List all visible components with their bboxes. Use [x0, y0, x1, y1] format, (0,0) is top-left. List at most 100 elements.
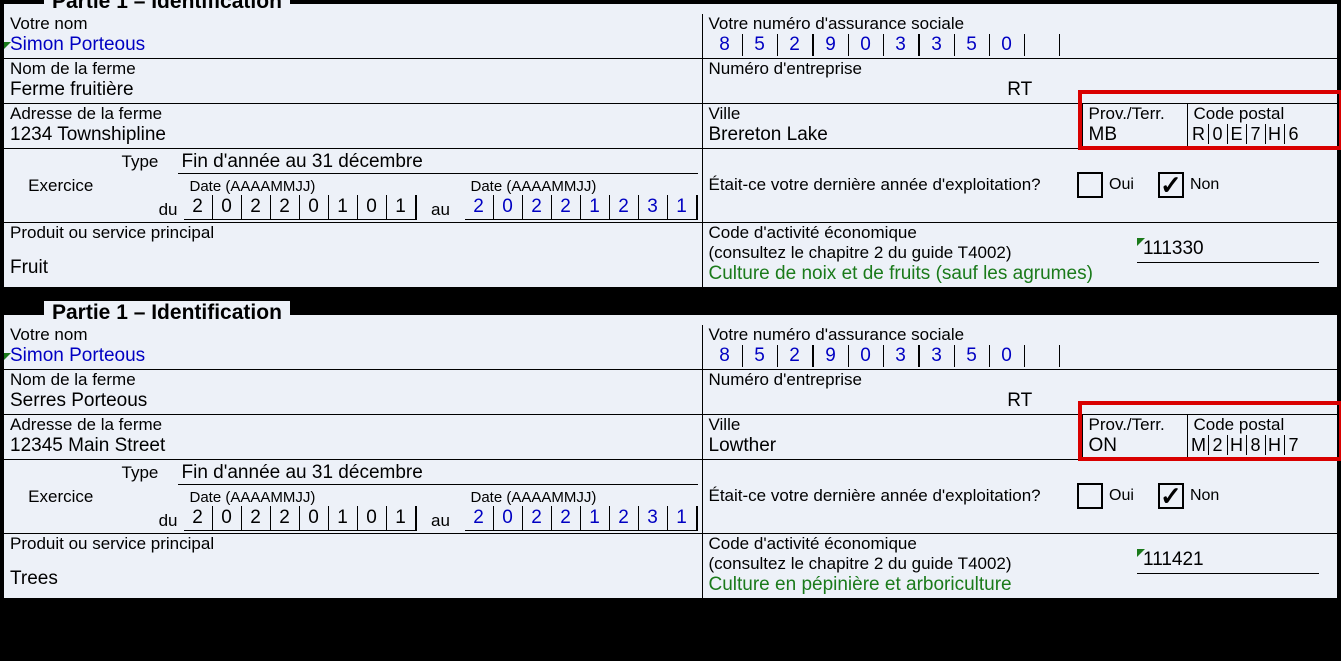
sin-digit[interactable]: 0 — [989, 345, 1025, 367]
checkbox-non[interactable]: ✓Non — [1158, 172, 1219, 198]
date-digit[interactable]: 1 — [387, 506, 417, 531]
field-farm-name[interactable]: Serres Porteous — [4, 390, 702, 414]
label-guide: (consultez le chapitre 2 du guide T4002) — [709, 243, 1132, 263]
sin-digit[interactable]: 0 — [989, 34, 1025, 56]
label-farm-address: Adresse de la ferme — [4, 415, 702, 435]
identification-form-0: Partie 1 – Identification Votre nom Simo… — [2, 2, 1339, 289]
postal-char[interactable]: 8 — [1247, 435, 1266, 455]
sin-digit[interactable]: 9 — [813, 345, 849, 367]
sin-digit[interactable]: 5 — [954, 34, 990, 56]
date-digit[interactable]: 1 — [581, 506, 610, 531]
postal-char[interactable]: H — [1266, 435, 1285, 455]
field-name[interactable]: Simon Porteous — [4, 34, 702, 58]
date-digit[interactable]: 1 — [668, 506, 698, 531]
field-product[interactable]: Fruit — [4, 243, 702, 281]
postal-char[interactable]: M — [1190, 435, 1209, 455]
postal-char[interactable]: 0 — [1209, 124, 1228, 144]
field-fiscal-type[interactable]: Fin d'année au 31 décembre — [178, 151, 698, 174]
postal-char[interactable]: H — [1228, 435, 1247, 455]
field-name[interactable]: Simon Porteous — [4, 345, 702, 369]
field-product[interactable]: Trees — [4, 554, 702, 592]
field-postal: R0E7H6 — [1188, 124, 1338, 146]
field-farm-address[interactable]: 12345 Main Street — [4, 435, 702, 459]
date-digit[interactable]: 1 — [329, 506, 358, 531]
sin-digit[interactable]: 9 — [813, 34, 849, 56]
field-activity-code[interactable]: 111421 — [1137, 549, 1319, 574]
date-digit[interactable]: 0 — [213, 506, 242, 531]
label-product: Produit ou service principal — [4, 534, 702, 554]
sin-digit-empty[interactable] — [1024, 345, 1060, 367]
date-digit[interactable]: 0 — [213, 195, 242, 220]
date-digit[interactable]: 0 — [300, 506, 329, 531]
date-digit[interactable]: 0 — [300, 195, 329, 220]
label-fiscal: Exercice — [4, 149, 118, 222]
sin-digit[interactable]: 3 — [919, 34, 955, 56]
field-city[interactable]: Lowther — [703, 435, 1082, 459]
date-digit[interactable]: 1 — [387, 195, 417, 220]
date-digit[interactable]: 1 — [581, 195, 610, 220]
sin-digit[interactable]: 2 — [777, 34, 814, 56]
postal-char[interactable]: 6 — [1285, 124, 1303, 144]
sin-digit[interactable]: 8 — [708, 34, 743, 56]
postal-char[interactable]: R — [1190, 124, 1209, 144]
date-digit[interactable]: 2 — [242, 506, 271, 531]
date-digit[interactable]: 2 — [184, 195, 213, 220]
checkbox-oui[interactable]: Oui — [1077, 172, 1134, 198]
date-digit[interactable]: 3 — [639, 195, 668, 220]
date-digit[interactable]: 0 — [358, 506, 387, 531]
postal-char[interactable]: H — [1266, 124, 1285, 144]
date-digit[interactable]: 2 — [523, 506, 552, 531]
postal-char[interactable]: 2 — [1209, 435, 1228, 455]
field-prov[interactable]: MB — [1083, 124, 1187, 148]
checkbox-oui[interactable]: Oui — [1077, 483, 1134, 509]
sin-digit[interactable]: 2 — [777, 345, 814, 367]
date-digit[interactable]: 0 — [358, 195, 387, 220]
date-digit[interactable]: 0 — [494, 506, 523, 531]
label-date-from-fmt: Date (AAAAMMJJ) — [184, 489, 417, 506]
field-prov[interactable]: ON — [1083, 435, 1187, 459]
postal-char[interactable]: 7 — [1247, 124, 1266, 144]
sin-digit[interactable]: 3 — [883, 34, 920, 56]
date-digit[interactable]: 2 — [184, 506, 213, 531]
date-digit[interactable]: 0 — [494, 195, 523, 220]
field-business-number[interactable]: RT — [703, 390, 1338, 414]
field-farm-address[interactable]: 1234 Townshipline — [4, 124, 702, 148]
postal-char[interactable]: 7 — [1285, 435, 1303, 455]
postal-char[interactable]: E — [1228, 124, 1247, 144]
checkbox-box: ✓ — [1158, 172, 1184, 198]
sin-digit-empty[interactable] — [1024, 34, 1060, 56]
field-activity-desc: Culture en pépinière et arboriculture — [703, 574, 1338, 598]
field-activity-code[interactable]: 111330 — [1137, 238, 1319, 263]
field-city[interactable]: Brereton Lake — [703, 124, 1082, 148]
sin-digit[interactable]: 0 — [848, 345, 884, 367]
sin-digit[interactable]: 5 — [954, 345, 990, 367]
date-digit[interactable]: 2 — [552, 506, 581, 531]
date-digit[interactable]: 1 — [668, 195, 698, 220]
label-city: Ville — [703, 104, 1082, 124]
sin-digit[interactable]: 5 — [742, 345, 778, 367]
date-digit[interactable]: 2 — [242, 195, 271, 220]
label-farm-name: Nom de la ferme — [4, 370, 702, 390]
sin-digit[interactable]: 5 — [742, 34, 778, 56]
checkbox-non[interactable]: ✓Non — [1158, 483, 1219, 509]
date-digit[interactable]: 2 — [465, 506, 494, 531]
field-fiscal-type[interactable]: Fin d'année au 31 décembre — [178, 462, 698, 485]
sin-digit[interactable]: 8 — [708, 345, 743, 367]
sin-digit[interactable]: 0 — [848, 34, 884, 56]
date-digit[interactable]: 3 — [639, 506, 668, 531]
sin-digit[interactable]: 3 — [919, 345, 955, 367]
date-digit[interactable]: 2 — [552, 195, 581, 220]
sin-digit[interactable]: 3 — [883, 345, 920, 367]
date-digit[interactable]: 2 — [610, 506, 639, 531]
date-digit[interactable]: 2 — [610, 195, 639, 220]
field-business-number[interactable]: RT — [703, 79, 1338, 103]
date-digit[interactable]: 2 — [523, 195, 552, 220]
date-digit[interactable]: 1 — [329, 195, 358, 220]
field-activity-desc: Culture de noix et de fruits (sauf les a… — [703, 263, 1338, 287]
date-digit[interactable]: 2 — [271, 506, 300, 531]
section-legend: Partie 1 – Identification — [44, 301, 290, 325]
field-farm-name[interactable]: Ferme fruitière — [4, 79, 702, 103]
date-digit[interactable]: 2 — [271, 195, 300, 220]
date-digit[interactable]: 2 — [465, 195, 494, 220]
label-date-from-fmt: Date (AAAAMMJJ) — [184, 178, 417, 195]
